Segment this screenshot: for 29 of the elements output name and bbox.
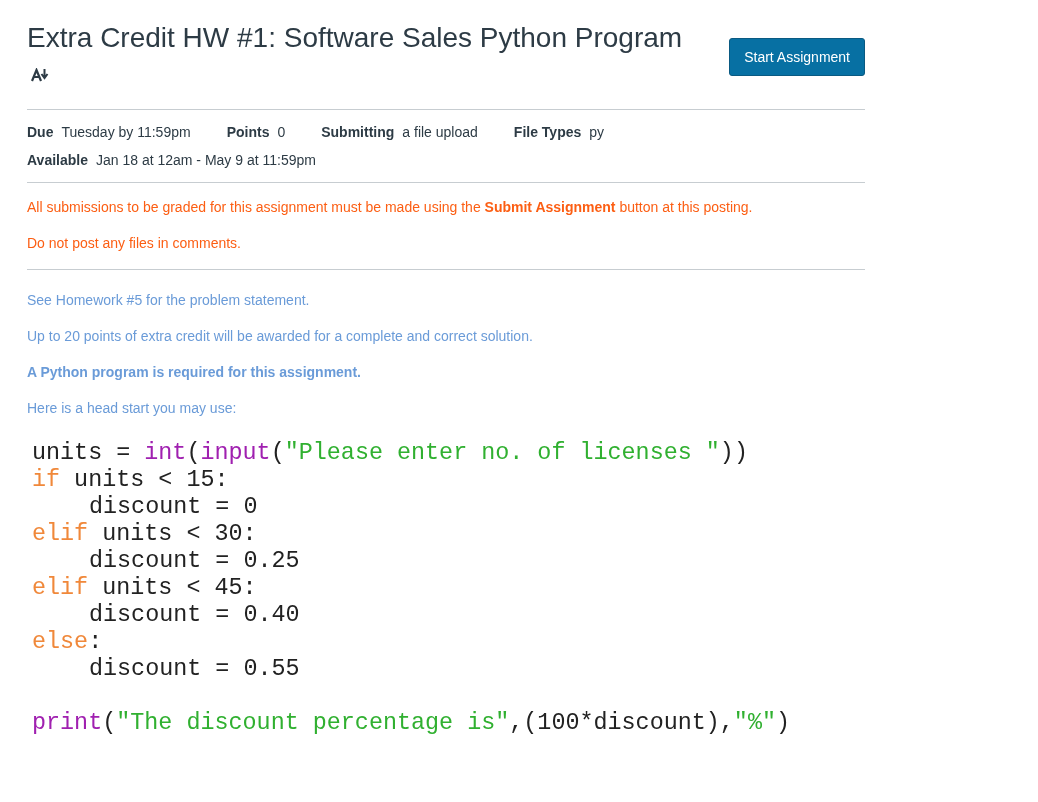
description-text: See Homework #5 for the problem statement. [27,291,311,310]
detail-label: Points [226,124,270,140]
code-line: discount = 0.55 [88,656,301,683]
description-text: A Python program is required for this assignment. [27,363,362,382]
description-text: Up to 20 points of extra credit will be awarded for a complete and correct solution. [27,327,534,346]
code-line: elif units < 45: [32,575,258,602]
detail-value: py [589,124,605,140]
code-line: else: [32,629,104,656]
description-text: Here is a head start you may use: [27,399,238,418]
code-line: discount = 0.40 [88,602,301,629]
detail-label: File Types [513,124,582,140]
code-line: discount = 0 [88,494,259,521]
code-line: elif units < 30: [32,521,258,548]
notice-text: All submissions to be graded for this assignment must be made using the Submit Assignment button at this posting. [27,198,754,217]
detail-value: a file upload [402,124,478,140]
detail-label: Due [27,124,54,140]
assignment-title: Extra Credit HW #1: Software Sales Python Program [27,21,683,55]
code-line: print("The discount percentage is",(100*discount),"%") [32,710,792,737]
start-assignment-button[interactable]: Start Assignment [729,38,865,76]
notice-text: Do not post any files in comments. [27,234,242,253]
code-line: units = int(input("Please enter no. of licenses ")) [32,440,749,467]
detail-value: 0 [277,124,286,140]
code-line: discount = 0.25 [88,548,301,575]
text-size-icon[interactable] [31,68,49,82]
detail-label: Submitting [321,124,395,140]
code-line: if units < 15: [32,467,230,494]
detail-value: Tuesday by 11:59pm [61,124,191,140]
detail-label: Available [27,152,88,168]
detail-value: Jan 18 at 12am - May 9 at 11:59pm [95,152,316,168]
